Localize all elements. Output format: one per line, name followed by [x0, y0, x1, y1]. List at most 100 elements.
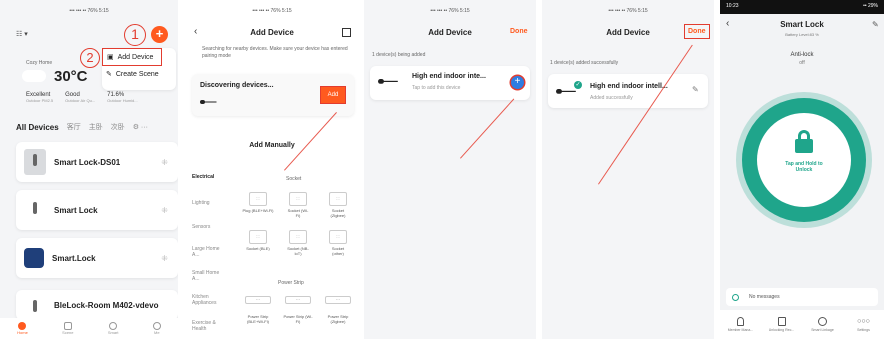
tab-all-devices[interactable]: All Devices	[16, 123, 59, 132]
scene-icon	[63, 322, 72, 330]
lock-device-icon	[24, 197, 46, 223]
nav-scene[interactable]: Scene	[62, 322, 74, 335]
strip-item[interactable]: ··· Power Strip (BLE+Wi-Fi)	[238, 296, 278, 324]
device-name: BleLock-Room M402-vdevo	[54, 300, 159, 310]
menu-add-device[interactable]: ▣ Add Device	[102, 48, 162, 66]
category-item[interactable]: Kitchen Appliances	[192, 294, 224, 320]
category-item[interactable]: Exercise & Health	[192, 320, 224, 332]
count-note: 1 device(s) being added	[372, 52, 426, 58]
device-card[interactable]: BleLock-Room M402-vdevo	[16, 290, 178, 320]
battery-level: Battery Level:83 %	[785, 32, 819, 37]
panel-device-added: ••• ••• •• 76% 5:15 Add Device Done 1 de…	[542, 0, 714, 339]
more-icon[interactable]: ⚙ ···	[133, 123, 148, 131]
device-card[interactable]: Smart.Lock ⁜	[16, 238, 178, 278]
menu-create-scene[interactable]: ✎ Create Scene	[106, 70, 159, 79]
socket-header: Socket	[286, 176, 302, 182]
nav-member[interactable]: Member Mana...	[723, 317, 759, 332]
status-text: ••• ••• •• 76% 5:15	[608, 8, 648, 14]
cloud-icon	[22, 70, 46, 82]
edit-icon[interactable]: ✎	[692, 85, 699, 94]
category-item[interactable]: Electrical	[192, 174, 236, 200]
me-icon	[152, 322, 161, 330]
messages-text: No messages	[749, 294, 780, 300]
status-indicators: •• 29%	[863, 3, 878, 9]
temperature: 30°C	[54, 68, 88, 85]
strip-grid: ··· Power Strip (BLE+Wi-Fi) ··· Power Stri…	[238, 296, 358, 324]
socket-item[interactable]: ∷ Socket (Wi-Fi)	[278, 192, 318, 218]
status-text: ••• ••• •• 76% 5:15	[69, 8, 109, 14]
socket-grid: ∷ Plug (BLE+Wi-Fi) ∷ Socket (Wi-Fi) ∷ Socke…	[238, 192, 358, 256]
scan-icon[interactable]	[342, 28, 351, 37]
unlock-ring[interactable]: Tap and Hold to Unlock	[742, 98, 866, 222]
power-strip-icon: ···	[245, 296, 271, 304]
done-button[interactable]: Done	[510, 28, 528, 35]
device-card[interactable]: High end indoor inte... Tap to add this …	[370, 66, 530, 100]
weather-stat: Excellent Outdoor PM2.5	[26, 92, 54, 103]
lock-device-icon	[24, 149, 46, 175]
nav-unlocking-records[interactable]: Unlocking Rec...	[764, 317, 800, 332]
socket-icon: ∷	[329, 192, 347, 206]
nav-home[interactable]: Home	[17, 322, 28, 335]
device-card[interactable]: ✓ High end indoor intell... Added succes…	[548, 74, 708, 108]
done-button[interactable]: Done	[684, 24, 710, 39]
discovering-card: Discovering devices... Add	[192, 74, 354, 116]
key-icon	[556, 89, 578, 94]
page-title: Add Device	[250, 28, 294, 37]
search-note: Searching for nearby devices. Make sure …	[202, 46, 348, 59]
socket-item[interactable]: ∷ Socket (Zigbee)	[318, 192, 358, 218]
panel-home: ••• ••• •• 76% 5:15 ☷ ▾ 1 + 2 ▣ Add Devi…	[0, 0, 178, 339]
socket-item[interactable]: ∷ Socket (other)	[318, 230, 358, 256]
success-check-icon: ✓	[574, 81, 582, 89]
annotation-1: 1	[124, 24, 146, 46]
plug-icon: ∷	[249, 192, 267, 206]
more-dots-icon: ○○○	[857, 318, 870, 325]
add-device-plus-icon[interactable]: +	[511, 76, 524, 89]
anti-lock-label: Anti-lock	[790, 52, 814, 58]
add-manually-title: Add Manually	[249, 142, 295, 149]
add-button[interactable]: Add	[320, 86, 346, 104]
status-text: ••• ••• •• 76% 5:15	[430, 8, 470, 14]
category-item[interactable]: Small Home A...	[192, 270, 224, 294]
device-name: High end indoor intell...	[590, 83, 668, 90]
category-item[interactable]: Large Home A...	[192, 246, 224, 270]
add-menu: ▣ Add Device ✎ Create Scene	[102, 48, 176, 90]
category-item[interactable]: Lighting	[192, 200, 236, 224]
status-bar: ••• ••• •• 76% 5:15	[364, 0, 536, 22]
add-icon[interactable]: +	[151, 26, 168, 43]
tab-room[interactable]: 次卧	[111, 122, 125, 132]
socket-item[interactable]: ∷ Socket (NB-IoT)	[278, 230, 318, 256]
panel-add-device: ••• ••• •• 76% 5:15 ‹ Add Device Searchi…	[186, 0, 358, 339]
messages-bar[interactable]: No messages	[726, 288, 878, 306]
status-bar: 10:23 •• 29%	[720, 0, 884, 14]
lock-device-icon	[24, 248, 44, 268]
unlock-button[interactable]: Tap and Hold to Unlock	[757, 113, 851, 207]
socket-item[interactable]: ∷ Plug (BLE+Wi-Fi)	[238, 192, 278, 218]
device-card[interactable]: Smart Lock-DS01 ⁜	[16, 142, 178, 182]
status-bar: ••• ••• •• 76% 5:15	[542, 0, 714, 22]
tap-hold-text: Tap and Hold to Unlock	[785, 161, 823, 173]
nav-me[interactable]: Me	[152, 322, 161, 335]
status-text: ••• ••• •• 76% 5:15	[252, 8, 292, 14]
category-item[interactable]: Sensors	[192, 224, 236, 246]
nav-smart[interactable]: Smart	[108, 322, 119, 335]
key-icon	[378, 79, 400, 84]
records-icon	[777, 317, 786, 326]
weather-stat: 71.6% Outdoor Humid...	[107, 92, 138, 103]
tab-room[interactable]: 主卧	[89, 122, 103, 132]
nav-smart-linkage[interactable]: Smart Linkage	[805, 317, 841, 332]
device-status-icon: ⁜	[161, 205, 168, 215]
edit-icon[interactable]: ✎	[872, 20, 879, 29]
tab-room[interactable]: 客厅	[67, 122, 81, 132]
socket-icon: ∷	[249, 230, 267, 244]
socket-item[interactable]: ∷ Socket (BLE)	[238, 230, 278, 256]
strip-item[interactable]: ··· Power Strip (Zigbee)	[318, 296, 358, 324]
power-strip-header: Power Strip	[278, 280, 304, 286]
nav-settings[interactable]: ○○○ Settings	[846, 317, 882, 332]
home-switcher[interactable]: ☷ ▾	[16, 30, 28, 38]
strip-item[interactable]: ··· Power Strip (Wi-Fi)	[278, 296, 318, 324]
device-name: Smart Lock-DS01	[54, 157, 121, 167]
device-card[interactable]: Smart Lock ⁜	[16, 190, 178, 230]
panel-device-found: ••• ••• •• 76% 5:15 Add Device Done 1 de…	[364, 0, 536, 339]
lock-device-icon	[24, 295, 46, 315]
discovering-text: Discovering devices...	[200, 82, 274, 89]
